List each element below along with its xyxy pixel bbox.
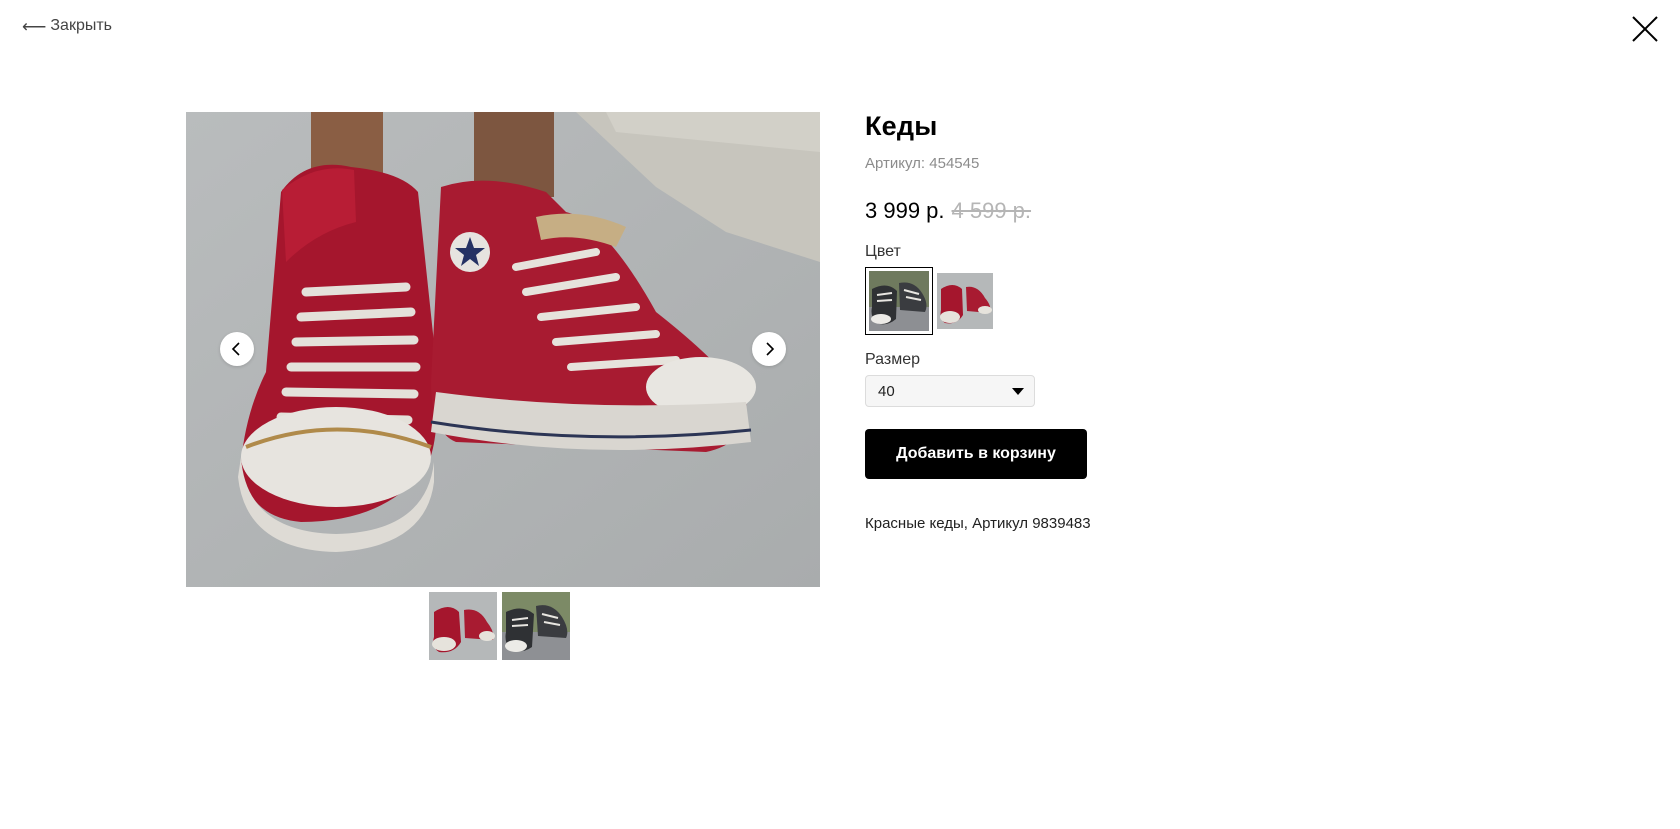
size-label: Размер	[865, 351, 920, 369]
color-swatches	[865, 267, 1265, 336]
product-sku: Артикул: 454545	[865, 155, 980, 173]
product-title: Кеды	[865, 111, 938, 141]
color-swatch-black[interactable]	[865, 267, 933, 336]
product-gallery	[186, 112, 820, 587]
close-link[interactable]: ⟵ Закрыть	[22, 17, 112, 35]
color-label: Цвет	[865, 243, 901, 261]
current-price: 3 999 р.	[865, 198, 945, 224]
product-info: Кеды Артикул: 454545 3 999 р. 4 599 р. Ц…	[865, 110, 1265, 532]
thumbnail-black-sneakers[interactable]	[502, 592, 570, 660]
main-product-image	[186, 112, 820, 587]
size-select[interactable]: 40	[865, 375, 1035, 408]
chevron-right-icon	[766, 342, 775, 356]
old-price: 4 599 р.	[951, 198, 1032, 224]
close-link-label: Закрыть	[50, 17, 112, 34]
size-select-value: 40	[878, 382, 895, 400]
gallery-next-button[interactable]	[752, 332, 786, 366]
close-x-icon[interactable]	[1630, 14, 1660, 44]
gallery-thumbnails	[429, 592, 570, 660]
thumbnail-red-sneakers[interactable]	[429, 592, 497, 660]
add-to-cart-button[interactable]: Добавить в корзину	[865, 429, 1087, 480]
chevron-left-icon	[231, 342, 240, 356]
gallery-prev-button[interactable]	[220, 332, 254, 366]
caret-down-icon	[1012, 387, 1024, 395]
left-arrow-icon: ⟵	[22, 16, 47, 36]
product-description: Красные кеды, Артикул 9839483	[865, 515, 1091, 533]
color-swatch-red[interactable]	[937, 273, 993, 330]
price-row: 3 999 р. 4 599 р.	[865, 198, 1265, 224]
